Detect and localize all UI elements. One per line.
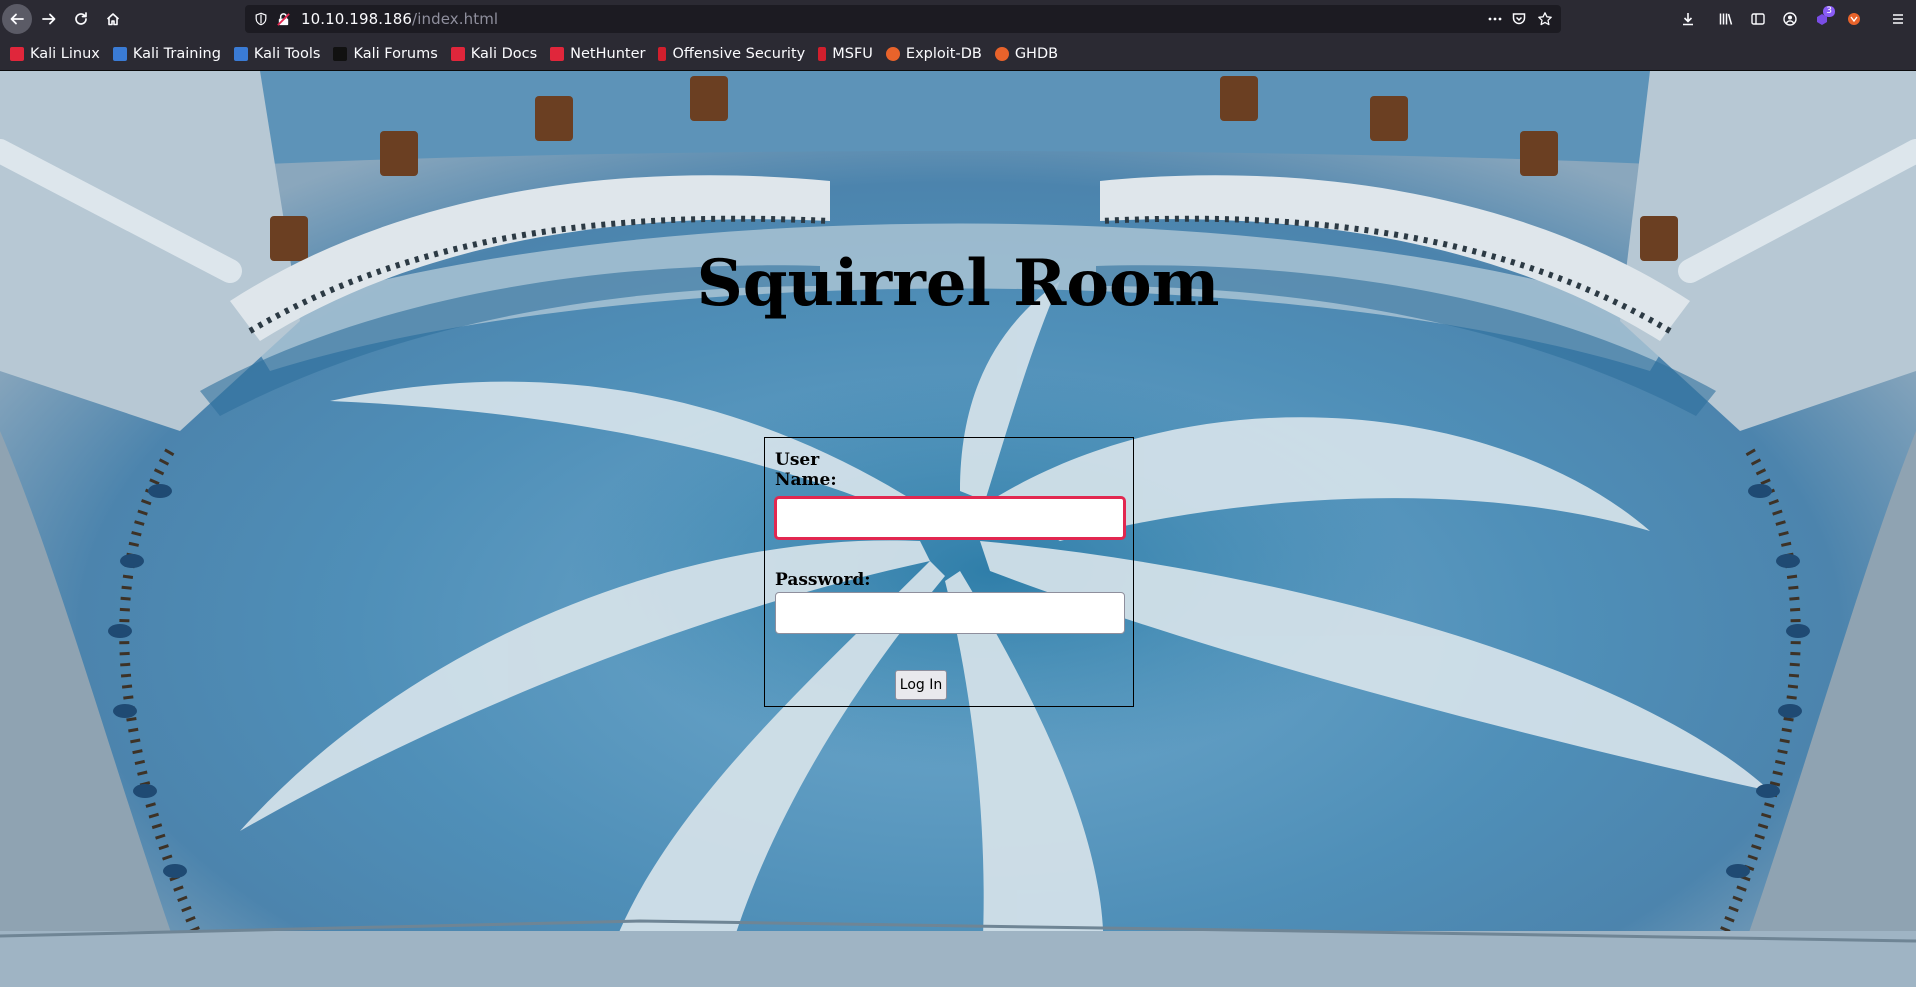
address-bar[interactable]: 10.10.198.186/index.html [245,5,1561,33]
bookmark-label: Kali Training [132,46,221,62]
bookmark-label: Offensive Security [672,46,806,62]
forward-button[interactable] [34,4,64,34]
bookmark-label: Kali Forums [353,46,438,62]
bookmark-label: MSFU [832,46,873,62]
bookmark-kali-forums[interactable]: Kali Forums [333,46,438,62]
more-actions-icon[interactable] [1487,11,1503,27]
username-input[interactable] [775,497,1125,539]
msfu-icon [818,47,827,61]
username-label: User Name: [775,450,837,490]
bookmark-label: Exploit-DB [905,46,982,62]
password-input[interactable] [775,592,1125,634]
url-host: 10.10.198.186 [301,10,413,28]
extension-icon[interactable]: 3 [1806,3,1838,35]
foxyproxy-icon[interactable] [1838,3,1870,35]
bookmark-label: Kali Docs [470,46,538,62]
bookmark-label: GHDB [1014,46,1059,62]
bookmark-kali-training[interactable]: Kali Training [112,46,221,62]
toolbar-right-icons: 3 [1672,0,1916,38]
arrow-left-icon [10,13,24,25]
nethunter-icon [550,47,565,61]
offsec-icon [658,47,667,61]
account-icon[interactable] [1774,3,1806,35]
bookmark-label: Kali Linux [30,46,100,62]
kali-dragon-icon [10,47,24,61]
login-button[interactable]: Log In [895,670,947,700]
login-form: User Name: Password: Log In [764,437,1134,707]
bookmark-offensive-security[interactable]: Offensive Security [658,46,805,62]
library-icon[interactable] [1710,3,1742,35]
url-path: /index.html [412,10,499,28]
extension-badge: 3 [1823,6,1835,17]
bookmark-kali-linux[interactable]: Kali Linux [10,46,100,62]
download-icon[interactable] [1672,3,1704,35]
home-icon [106,13,120,26]
page-content: Squirrel Room User Name: Password: Log I… [0,71,1916,987]
insecure-lock-icon[interactable] [275,11,291,27]
bookmark-kali-docs[interactable]: Kali Docs [450,46,538,62]
bookmark-exploit-db[interactable]: Exploit-DB [885,46,982,62]
menu-icon[interactable] [1882,3,1914,35]
reload-icon [75,12,87,25]
bookmark-nethunter[interactable]: NetHunter [550,46,645,62]
kali-training-icon [112,47,127,61]
sidebar-icon[interactable] [1742,3,1774,35]
back-button[interactable] [2,4,32,34]
bookmark-msfu[interactable]: MSFU [818,46,873,62]
url-text: 10.10.198.186/index.html [301,10,498,28]
pocket-icon[interactable] [1511,11,1527,27]
home-button[interactable] [98,4,128,34]
kali-forums-icon [333,47,348,61]
bookmarks-toolbar: Kali Linux Kali Training Kali Tools Kali… [0,38,1916,71]
arrow-right-icon [42,13,56,25]
reload-button[interactable] [66,4,96,34]
bookmark-label: Kali Tools [253,46,321,62]
shield-icon[interactable] [253,11,269,27]
password-label: Password: [775,570,871,590]
kali-tools-icon [233,47,248,61]
browser-toolbar: 10.10.198.186/index.html 3 [0,0,1916,38]
bookmark-kali-tools[interactable]: Kali Tools [233,46,321,62]
ghdb-icon [994,47,1009,61]
kali-docs-icon [450,47,465,61]
exploit-db-icon [885,47,900,61]
page-title: Squirrel Room [696,246,1220,321]
bookmark-ghdb[interactable]: GHDB [994,46,1059,62]
bookmark-star-icon[interactable] [1537,11,1553,27]
bookmark-label: NetHunter [570,46,646,62]
